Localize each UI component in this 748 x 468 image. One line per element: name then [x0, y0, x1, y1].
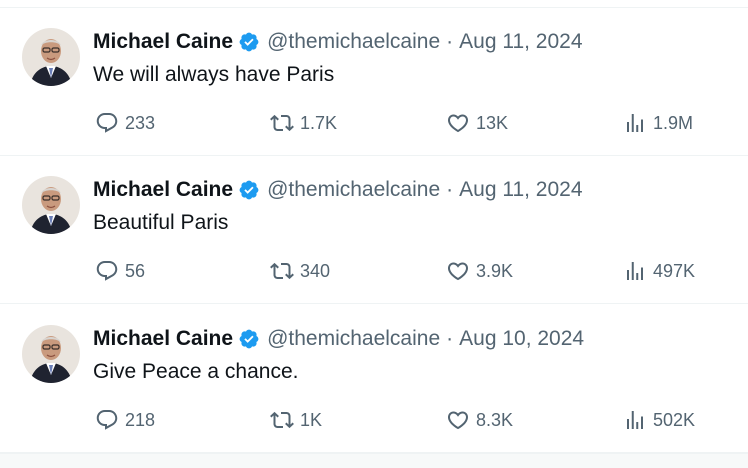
- retweet-button[interactable]: 340: [270, 259, 330, 283]
- tweet[interactable]: Michael Caine @themichaelcaine · Aug 11,…: [0, 8, 748, 156]
- reply-icon: [96, 113, 118, 133]
- like-button[interactable]: 8.3K: [446, 408, 513, 432]
- reply-count: 218: [125, 409, 156, 430]
- author-name[interactable]: Michael Caine: [93, 326, 233, 352]
- reply-icon: [96, 410, 118, 430]
- timeline-top-divider: [0, 0, 748, 8]
- tweet[interactable]: Michael Caine @themichaelcaine · Aug 10,…: [0, 305, 748, 453]
- tweet-date[interactable]: Aug 11, 2024: [459, 29, 582, 55]
- tweet-text: Give Peace a chance.: [93, 360, 299, 383]
- author-handle[interactable]: @themichaelcaine: [267, 29, 440, 55]
- reply-button[interactable]: 56: [95, 259, 145, 283]
- tweet-date[interactable]: Aug 10, 2024: [459, 326, 584, 352]
- reply-icon: [96, 261, 118, 281]
- like-count: 8.3K: [476, 409, 514, 430]
- separator: ·: [446, 178, 454, 201]
- timeline-bottom-divider: [0, 453, 748, 468]
- heart-icon: [447, 262, 469, 281]
- tweet-text: Beautiful Paris: [93, 211, 229, 234]
- retweet-icon: [270, 411, 294, 429]
- like-count: 3.9K: [476, 260, 514, 281]
- retweet-button[interactable]: 1.7K: [270, 111, 337, 135]
- author-name[interactable]: Michael Caine: [93, 177, 233, 203]
- reply-count: 233: [125, 112, 156, 133]
- tweet-header: Michael Caine @themichaelcaine · Aug 11,…: [93, 29, 583, 55]
- verified-badge-icon: [238, 179, 260, 201]
- verified-badge-icon: [238, 31, 260, 53]
- like-button[interactable]: 13K: [446, 111, 508, 135]
- retweet-icon: [270, 114, 294, 132]
- reply-count: 56: [125, 260, 146, 281]
- tweet-header: Michael Caine @themichaelcaine · Aug 10,…: [93, 326, 584, 352]
- author-handle[interactable]: @themichaelcaine: [267, 326, 440, 352]
- views-count: 502K: [653, 409, 696, 430]
- retweet-button[interactable]: 1K: [270, 408, 322, 432]
- avatar[interactable]: [22, 28, 80, 86]
- author-handle[interactable]: @themichaelcaine: [267, 177, 440, 203]
- heart-icon: [447, 411, 469, 430]
- tweet[interactable]: Michael Caine @themichaelcaine · Aug 11,…: [0, 156, 748, 304]
- like-button[interactable]: 3.9K: [446, 259, 513, 283]
- reply-button[interactable]: 233: [95, 111, 155, 135]
- retweet-icon: [270, 262, 294, 280]
- separator: ·: [446, 30, 454, 53]
- views-icon: [627, 411, 643, 429]
- like-count: 13K: [476, 112, 509, 133]
- views-button[interactable]: 502K: [623, 408, 695, 432]
- avatar[interactable]: [22, 176, 80, 234]
- tweet-date[interactable]: Aug 11, 2024: [459, 177, 582, 203]
- tweet-text: We will always have Paris: [93, 63, 335, 86]
- views-count: 1.9M: [653, 112, 694, 133]
- views-icon: [627, 262, 643, 280]
- verified-badge-icon: [238, 328, 260, 350]
- retweet-count: 1.7K: [300, 112, 338, 133]
- retweet-count: 1K: [300, 409, 323, 430]
- heart-icon: [447, 114, 469, 133]
- author-name[interactable]: Michael Caine: [93, 29, 233, 55]
- separator: ·: [446, 327, 454, 350]
- avatar[interactable]: [22, 325, 80, 383]
- reply-button[interactable]: 218: [95, 408, 155, 432]
- views-button[interactable]: 497K: [623, 259, 695, 283]
- views-icon: [627, 114, 643, 132]
- tweet-header: Michael Caine @themichaelcaine · Aug 11,…: [93, 177, 583, 203]
- retweet-count: 340: [300, 260, 331, 281]
- views-count: 497K: [653, 260, 696, 281]
- views-button[interactable]: 1.9M: [623, 111, 693, 135]
